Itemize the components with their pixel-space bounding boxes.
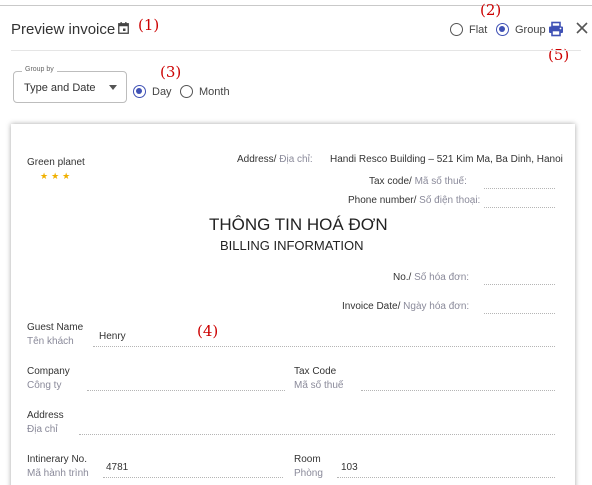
chevron-down-icon [109,85,117,90]
itinerary-label: Intinerary No. [27,454,88,465]
itinerary-label-vn: Mã hành trình [27,468,89,479]
address-value: Handi Resco Building – 521 Kim Ma, Ba Di… [330,154,563,165]
phone-line [484,207,555,208]
close-icon[interactable] [575,21,589,35]
guest-name-line [93,346,555,347]
guest-name-label-vn: Tên khách [27,336,74,347]
day-radio[interactable]: Day [133,85,172,98]
month-radio-label: Month [199,85,230,98]
company-line [87,390,285,391]
room-value: 103 [341,462,358,473]
room-label-vn: Phòng [294,468,323,479]
group-radio-circle[interactable] [496,23,509,36]
invoice-number-label: No./ Số hóa đơn: [393,272,470,283]
company-taxcode-line [361,390,555,391]
group-radio-label: Group [515,23,546,36]
month-radio[interactable]: Month [180,85,230,98]
annotation-3: (3) [160,63,182,81]
room-label: Room [294,454,321,465]
top-border [0,5,592,6]
invoice-number-line [484,284,555,285]
invoice-preview: Green planet ★★★ Address/ Địa chỉ: Handi… [11,124,575,485]
address2-label-vn: Địa chỉ [27,424,58,435]
hotel-name: Green planet [27,157,85,168]
address-label: Address/ Địa chỉ: [237,154,313,165]
invoice-date-label: Invoice Date/ Ngày hóa đơn: [342,301,470,312]
day-radio-label: Day [152,85,172,98]
itinerary-line [103,477,283,478]
taxcode-label: Tax code/ Mã số thuế: [369,176,467,187]
day-radio-circle[interactable] [133,85,146,98]
group-by-legend: Group by [22,66,57,73]
page-title: Preview invoice [11,21,116,38]
invoice-title-en: BILLING INFORMATION [220,238,364,253]
guest-name-value: Henry [99,331,126,342]
invoice-title-vn: THÔNG TIN HOÁ ĐƠN [209,215,388,234]
address2-label: Address [27,410,64,421]
calendar-icon[interactable] [118,22,129,34]
itinerary-value: 4781 [106,462,129,473]
address2-line [79,434,555,435]
annotation-5: (5) [548,46,570,64]
month-radio-circle[interactable] [180,85,193,98]
company-label: Company [27,366,70,377]
company-label-vn: Công ty [27,380,62,391]
company-taxcode-label-vn: Mã số thuế [294,380,344,391]
group-radio[interactable]: Group [496,23,546,36]
phone-label: Phone number/ Số điện thoại: [348,195,481,206]
group-by-value: Type and Date [24,82,96,94]
annotation-4: (4) [197,322,219,340]
annotation-1: (1) [138,16,160,34]
flat-radio-label: Flat [469,23,488,36]
guest-name-label: Guest Name [27,322,84,333]
flat-radio-circle[interactable] [450,23,463,36]
room-line [337,477,555,478]
flat-radio[interactable]: Flat [450,23,487,36]
header-divider [11,50,581,51]
group-by-select[interactable]: Group by Type and Date [13,66,127,103]
star-rating-icon: ★★★ [40,171,74,181]
annotation-2: (2) [480,1,502,19]
company-taxcode-label: Tax Code [294,366,337,377]
print-icon[interactable] [548,21,564,37]
invoice-date-line [484,313,555,314]
taxcode-line [484,188,555,189]
